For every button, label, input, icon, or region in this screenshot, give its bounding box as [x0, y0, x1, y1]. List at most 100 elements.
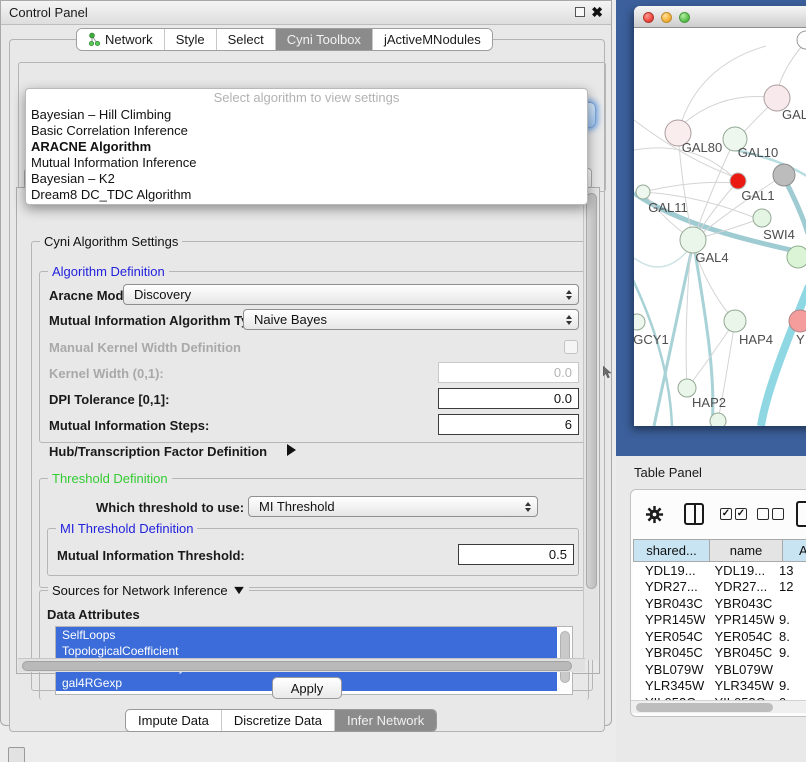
mi-threshold-field[interactable]: 0.5	[458, 544, 574, 565]
table-cell[interactable]: 8.	[774, 629, 806, 644]
split-columns-icon[interactable]	[684, 503, 704, 525]
page-icon[interactable]	[796, 501, 806, 527]
dpi-tolerance-field[interactable]: 0.0	[438, 388, 579, 409]
deselect-all-checkboxes-icon[interactable]	[757, 508, 784, 520]
table-cell[interactable]: 9.	[774, 678, 806, 693]
column-header-name[interactable]: name	[710, 539, 783, 562]
dropdown-item[interactable]: Mutual Information Inference	[26, 155, 587, 171]
table-horizontal-scrollbar[interactable]	[631, 700, 806, 713]
table-rows[interactable]: YDL19...YDL19...13YDR27...YDR27...12YBR0…	[633, 562, 806, 700]
network-node-label: GAL10	[738, 145, 778, 160]
network-node[interactable]	[724, 310, 746, 332]
table-cell[interactable]: YBL079W	[633, 662, 705, 677]
dropdown-item[interactable]: Bayesian – Hill Climbing	[26, 107, 587, 123]
table-cell[interactable]: YBR045C	[633, 645, 705, 660]
minimize-traffic-light-icon[interactable]	[661, 12, 672, 23]
network-edge	[678, 46, 766, 133]
tab-network[interactable]: Network	[77, 29, 165, 50]
table-cell[interactable]: YBR043C	[633, 596, 705, 611]
table-cell[interactable]: YDR27...	[633, 579, 705, 594]
collapse-arrow-icon[interactable]	[234, 587, 244, 594]
tab-impute-data[interactable]: Impute Data	[126, 710, 222, 731]
tab-discretize-data[interactable]: Discretize Data	[222, 710, 335, 731]
network-node[interactable]	[730, 173, 746, 189]
gear-icon[interactable]	[645, 505, 664, 524]
tab-style[interactable]: Style	[165, 29, 217, 50]
network-edge	[643, 182, 734, 192]
table-cell[interactable]: YBL079W	[705, 662, 775, 677]
select-all-checkboxes-icon[interactable]: ✓✓	[720, 508, 747, 520]
tab-cyni-toolbox[interactable]: Cyni Toolbox	[276, 29, 373, 50]
scrollbar-thumb[interactable]	[636, 703, 773, 712]
zoom-traffic-light-icon[interactable]	[679, 12, 690, 23]
tab-jactivemnodules[interactable]: jActiveMNodules	[373, 29, 492, 50]
table-cell[interactable]: YDL19...	[705, 563, 775, 578]
table-row[interactable]: YBR043CYBR043C	[633, 595, 806, 612]
tab-select[interactable]: Select	[217, 29, 276, 50]
network-node[interactable]	[710, 413, 726, 426]
dropdown-item[interactable]: Basic Correlation Inference	[26, 123, 587, 139]
table-cell[interactable]: YBR045C	[705, 645, 775, 660]
table-row[interactable]: YDL19...YDL19...13	[633, 562, 806, 579]
tab-infer-network[interactable]: Infer Network	[335, 710, 436, 731]
table-cell[interactable]: YDR27...	[705, 579, 775, 594]
dropdown-item[interactable]: Dream8 DC_TDC Algorithm	[26, 187, 587, 203]
scrollbar-thumb[interactable]	[22, 661, 572, 671]
table-cell[interactable]: YER054C	[633, 629, 705, 644]
apply-button[interactable]: Apply	[272, 677, 342, 699]
which-threshold-combobox[interactable]: MI Threshold	[248, 496, 538, 517]
network-node-label: GAL1	[741, 188, 774, 203]
network-node[interactable]	[787, 246, 806, 268]
network-node[interactable]	[634, 314, 645, 330]
network-node[interactable]	[789, 310, 806, 332]
network-node[interactable]	[773, 164, 795, 186]
kernel-width-field[interactable]: 0.0	[438, 362, 579, 383]
network-view-window: GALGAL80GAL10GAL11GAL1SWI4GAL4GCY1HAP4YH…	[634, 6, 806, 426]
manual-kernel-checkbox[interactable]	[564, 340, 578, 354]
table-row[interactable]: YDR27...YDR27...12	[633, 579, 806, 596]
column-header-partial[interactable]: A	[783, 539, 806, 562]
table-cell[interactable]: YBR043C	[705, 596, 775, 611]
table-cell[interactable]: 13	[774, 563, 806, 578]
table-cell[interactable]: 9.	[774, 612, 806, 627]
table-cell[interactable]: YLR345W	[633, 678, 705, 693]
attribute-list-item[interactable]: SelfLoops	[56, 627, 557, 643]
network-canvas[interactable]: GALGAL80GAL10GAL11GAL1SWI4GAL4GCY1HAP4YH…	[634, 28, 806, 426]
table-cell[interactable]: YLR345W	[705, 678, 775, 693]
minimized-panel-icon[interactable]	[8, 747, 25, 762]
settings-vertical-scrollbar[interactable]	[583, 189, 598, 660]
scrollbar-thumb[interactable]	[560, 631, 570, 683]
close-icon[interactable]: ✖	[591, 4, 603, 21]
attribute-list-item[interactable]: TopologicalCoefficient	[56, 643, 557, 659]
table-cell[interactable]: 9.	[774, 645, 806, 660]
mi-steps-label: Mutual Information Steps:	[49, 418, 209, 433]
network-node[interactable]	[797, 31, 806, 49]
network-node[interactable]	[636, 185, 650, 199]
table-panel-card: ✓✓ shared... name A YDL19...YDL19...13YD…	[630, 489, 806, 717]
dropdown-item[interactable]: Bayesian – K2	[26, 171, 587, 187]
settings-horizontal-scrollbar[interactable]	[18, 658, 585, 672]
table-cell[interactable]: YPR145W	[705, 612, 775, 627]
table-row[interactable]: YLR345WYLR345W9.	[633, 678, 806, 695]
table-row[interactable]: YBR045CYBR045C9.	[633, 645, 806, 662]
network-window-titlebar[interactable]	[634, 6, 806, 28]
table-row[interactable]: YBL079WYBL079W	[633, 661, 806, 678]
table-cell[interactable]: YER054C	[705, 629, 775, 644]
mi-steps-field[interactable]: 6	[438, 414, 579, 435]
table-cell[interactable]: 12	[774, 579, 806, 594]
expand-arrow-icon[interactable]	[287, 444, 296, 456]
aracne-mode-combobox[interactable]: Discovery	[123, 284, 579, 305]
mi-type-combobox[interactable]: Naive Bayes	[243, 309, 579, 330]
network-node[interactable]	[753, 209, 771, 227]
float-panel-icon[interactable]	[575, 7, 585, 17]
network-edge	[761, 286, 806, 426]
table-cell[interactable]: YPR145W	[633, 612, 705, 627]
dropdown-item[interactable]: ARACNE Algorithm	[26, 139, 587, 155]
close-traffic-light-icon[interactable]	[643, 12, 654, 23]
table-row[interactable]: YER054CYER054C8.	[633, 628, 806, 645]
table-row[interactable]: YPR145WYPR145W9.	[633, 612, 806, 629]
scrollbar-thumb[interactable]	[586, 193, 597, 589]
mi-threshold-group-title: MI Threshold Definition	[56, 521, 197, 536]
column-header-shared-name[interactable]: shared...	[633, 539, 710, 562]
table-cell[interactable]: YDL19...	[633, 563, 705, 578]
